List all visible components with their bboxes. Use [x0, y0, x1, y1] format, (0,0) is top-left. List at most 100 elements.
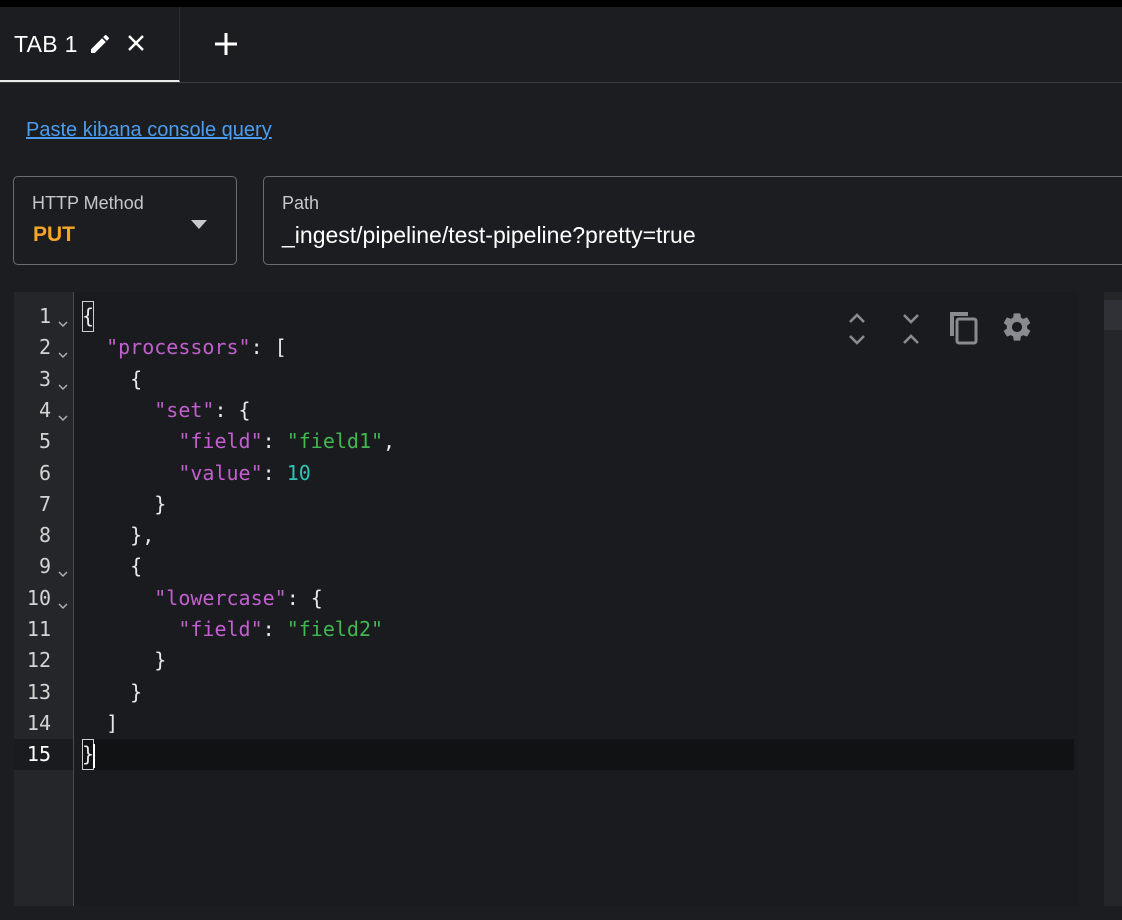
http-method-label: HTTP Method: [32, 193, 144, 213]
fold-chevron-icon[interactable]: [57, 311, 69, 328]
fold-chevron-icon[interactable]: [57, 374, 69, 390]
code-line[interactable]: {: [82, 551, 1074, 582]
line-number-gutter: 1 2 3 4 5 6 7 8 9 10 11 12 13 14 15: [14, 292, 74, 906]
text-cursor: [93, 743, 96, 768]
line-number-text: 15: [26, 742, 51, 767]
line-number-text: 13: [26, 679, 51, 704]
json-punctuation: },: [130, 523, 155, 548]
tab-1[interactable]: TAB 1: [0, 7, 180, 82]
json-punctuation: }: [130, 679, 143, 704]
line-number: 6: [14, 458, 73, 489]
line-number-text: 4: [38, 397, 51, 422]
line-number-text: 11: [26, 617, 51, 641]
json-key: "set": [154, 397, 215, 422]
line-number-text: 2: [38, 335, 51, 360]
json-string: "field1": [286, 429, 384, 454]
line-number: 9: [14, 551, 73, 582]
json-number: 10: [286, 460, 311, 485]
line-number: 15: [14, 739, 73, 771]
http-method-select[interactable]: HTTP Method PUT: [13, 176, 237, 265]
code-line[interactable]: {: [82, 364, 1074, 395]
collapse-all-icon[interactable]: [894, 310, 928, 348]
line-number-text: 7: [38, 491, 51, 516]
line-number-text: 8: [38, 523, 51, 548]
json-punctuation: :: [262, 429, 287, 454]
line-number-text: 5: [38, 429, 51, 454]
expand-all-icon[interactable]: [840, 310, 874, 348]
code-line[interactable]: },: [82, 520, 1074, 551]
json-punctuation: {: [130, 554, 143, 579]
json-punctuation: ,: [383, 429, 396, 454]
copy-icon[interactable]: [946, 308, 980, 346]
tab-bar: TAB 1: [0, 7, 1122, 83]
json-punctuation: : {: [214, 397, 251, 422]
plus-icon[interactable]: [211, 29, 241, 59]
json-punctuation: ]: [106, 710, 119, 735]
line-number: 3: [14, 364, 73, 395]
code-line[interactable]: }: [82, 645, 1074, 676]
json-string: "field2": [286, 617, 384, 641]
path-value[interactable]: _ingest/pipeline/test-pipeline?pretty=tr…: [282, 222, 696, 249]
code-editor[interactable]: 1 2 3 4 5 6 7 8 9 10 11 12 13 14 15 { "processors": [ …: [14, 292, 1078, 906]
json-punctuation: : {: [286, 585, 323, 610]
json-key: "processors": [106, 335, 251, 360]
http-method-value: PUT: [33, 223, 75, 246]
json-punctuation: :: [262, 617, 287, 641]
fold-chevron-icon[interactable]: [57, 561, 69, 578]
code-line[interactable]: }: [82, 739, 1074, 771]
line-number: 7: [14, 489, 73, 520]
vertical-scrollbar[interactable]: [1104, 292, 1122, 906]
gear-icon[interactable]: [1000, 308, 1034, 346]
line-number: 8: [14, 520, 73, 551]
line-number-text: 9: [38, 554, 51, 579]
code-line[interactable]: }: [82, 489, 1074, 520]
json-punctuation: }: [154, 491, 167, 516]
json-punctuation: }: [154, 648, 167, 673]
json-punctuation: :: [262, 460, 287, 485]
code-line[interactable]: ]: [82, 708, 1074, 739]
line-number-text: 14: [26, 710, 51, 735]
code-line[interactable]: "field": "field1",: [82, 426, 1074, 457]
code-line[interactable]: "value": 10: [82, 458, 1074, 489]
close-icon[interactable]: [125, 32, 147, 54]
fold-chevron-icon[interactable]: [57, 405, 69, 421]
chevron-down-icon: [191, 217, 207, 229]
json-punctuation: : [: [250, 335, 287, 360]
code-line[interactable]: }: [82, 677, 1074, 708]
json-key: "lowercase": [154, 585, 287, 610]
pencil-icon[interactable]: [88, 32, 112, 56]
json-punctuation: {: [82, 301, 95, 332]
path-label: Path: [282, 193, 320, 213]
top-strip: [0, 0, 1122, 7]
path-input[interactable]: Path _ingest/pipeline/test-pipeline?pret…: [263, 176, 1122, 265]
line-number: 13: [14, 677, 73, 708]
line-number: 4: [14, 395, 73, 426]
line-number: 11: [14, 614, 73, 645]
line-number-text: 1: [38, 304, 51, 328]
paste-kibana-query-link[interactable]: Paste kibana console query: [26, 119, 272, 142]
json-key: "field": [178, 617, 263, 641]
code-line[interactable]: "set": {: [82, 395, 1074, 426]
fold-chevron-icon[interactable]: [57, 593, 69, 609]
line-number-text: 10: [26, 585, 51, 610]
line-number: 2: [14, 332, 73, 363]
line-number-text: 12: [26, 648, 51, 673]
code-line[interactable]: "field": "field2": [82, 614, 1074, 645]
line-number-text: 6: [38, 460, 51, 485]
fold-chevron-icon[interactable]: [57, 342, 69, 359]
line-number: 12: [14, 645, 73, 676]
code-line[interactable]: "lowercase": {: [82, 583, 1074, 614]
line-number: 14: [14, 708, 73, 739]
scrollbar-thumb[interactable]: [1104, 300, 1122, 330]
